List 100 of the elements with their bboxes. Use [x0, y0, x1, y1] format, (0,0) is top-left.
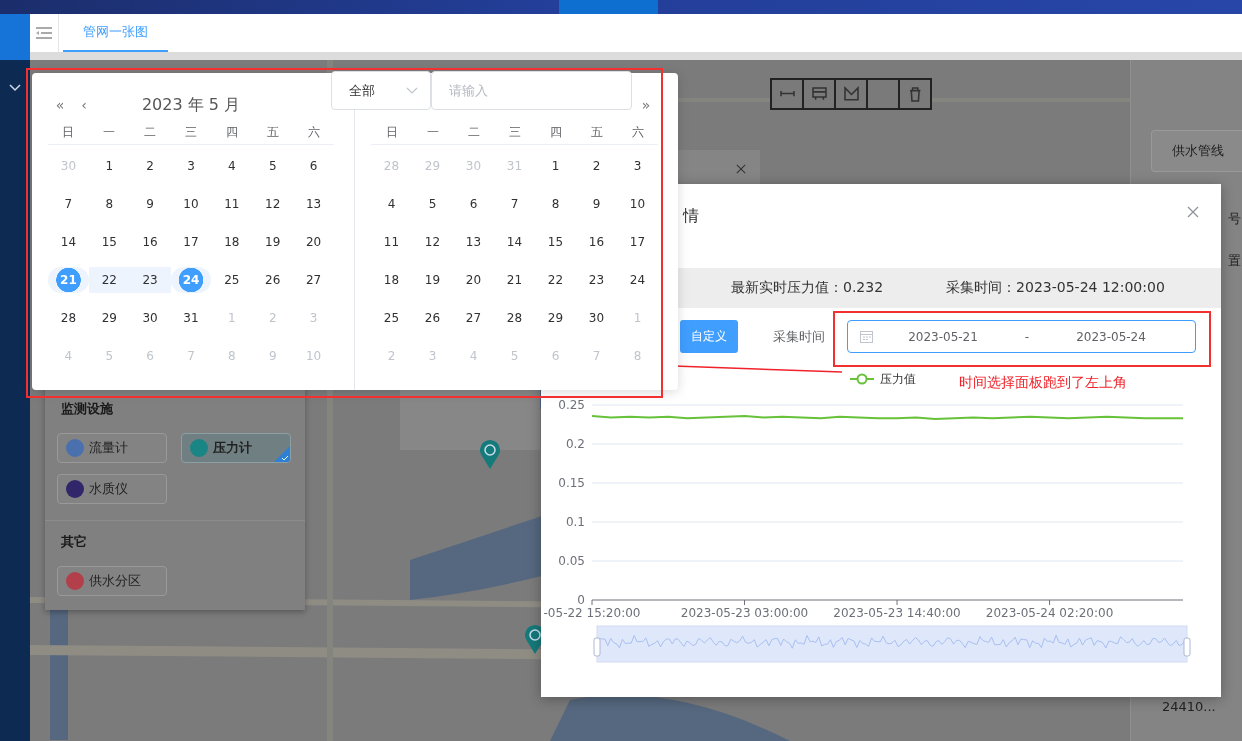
calendar-day[interactable]: 22: [88, 267, 130, 293]
prev-month-button[interactable]: ‹: [72, 97, 96, 113]
calendar-day[interactable]: 22: [535, 267, 576, 293]
filter-select[interactable]: 全部: [331, 71, 431, 110]
weekday-label: 五: [589, 124, 604, 141]
calendar-day[interactable]: 8: [535, 191, 576, 217]
calendar-day[interactable]: 14: [48, 229, 89, 255]
calendar-day[interactable]: 20: [453, 267, 494, 293]
calendar-day[interactable]: 18: [371, 267, 412, 293]
chevron-down-icon: [406, 87, 418, 94]
calendar-day[interactable]: 19: [412, 267, 453, 293]
calendar-day[interactable]: 2: [129, 153, 171, 179]
calendar-day[interactable]: 31: [170, 305, 212, 331]
facility-toggle[interactable]: 压力计: [181, 433, 291, 463]
facility-toggle[interactable]: 供水分区: [57, 566, 167, 596]
field-label: 采集时间: [773, 327, 826, 346]
calendar-day[interactable]: 1: [88, 153, 130, 179]
calendar-day[interactable]: 24: [617, 267, 658, 293]
calendar-day[interactable]: 4: [211, 153, 253, 179]
y-axis-label: 0.1: [565, 515, 585, 529]
calendar-day[interactable]: 16: [576, 229, 617, 255]
calendar-day[interactable]: 17: [617, 229, 658, 255]
weekday-label: 日: [384, 124, 399, 141]
date-range-field[interactable]: 2023-05-21 - 2023-05-24: [847, 320, 1196, 353]
map-tool-button[interactable]: [802, 78, 836, 110]
calendar-day[interactable]: 29: [88, 305, 130, 331]
map-pin-icon[interactable]: [480, 440, 500, 470]
map-tool-button[interactable]: [866, 78, 900, 110]
calendar-day[interactable]: 13: [293, 191, 334, 217]
calendar-day[interactable]: 5: [412, 191, 453, 217]
calendar-day[interactable]: 15: [88, 229, 130, 255]
close-icon[interactable]: [736, 164, 746, 174]
calendar-day[interactable]: 27: [293, 267, 334, 293]
section-title: 监测设施: [61, 400, 114, 418]
weekday-label: 五: [265, 124, 280, 141]
prev-year-button[interactable]: «: [48, 97, 72, 113]
calendar-day[interactable]: 26: [252, 267, 294, 293]
map-tool-button[interactable]: [834, 78, 868, 110]
calendar-day[interactable]: 23: [576, 267, 617, 293]
calendar-day[interactable]: 11: [371, 229, 412, 255]
calendar-day[interactable]: 19: [252, 229, 294, 255]
calendar-day[interactable]: 3: [170, 153, 212, 179]
calendar-day[interactable]: 25: [211, 267, 253, 293]
info-text: 最新实时压力值：0.232: [731, 279, 884, 297]
calendar-day[interactable]: 2: [576, 153, 617, 179]
legend-line-icon: [850, 373, 874, 385]
calendar-day[interactable]: 30: [129, 305, 171, 331]
calendar-day[interactable]: 6: [293, 153, 334, 179]
calendar-day[interactable]: 15: [535, 229, 576, 255]
weekday-label: 二: [466, 124, 481, 141]
next-year-button[interactable]: »: [634, 97, 658, 113]
calendar-day[interactable]: 9: [576, 191, 617, 217]
calendar-day[interactable]: 5: [252, 153, 294, 179]
calendar-day[interactable]: 10: [617, 191, 658, 217]
calendar-day[interactable]: 27: [453, 305, 494, 331]
calendar-day[interactable]: 1: [535, 153, 576, 179]
map-tool-button[interactable]: [770, 78, 804, 110]
month-title: 2023 年 5 月: [141, 94, 241, 116]
map-tool-button[interactable]: [898, 78, 932, 110]
calendar-day[interactable]: 20: [293, 229, 334, 255]
calendar-day[interactable]: 28: [494, 305, 535, 331]
search-field[interactable]: 请输入: [431, 71, 632, 110]
calendar-day[interactable]: 28: [48, 305, 89, 331]
calendar-day[interactable]: 9: [129, 191, 171, 217]
x-axis-label: 2023-05-24 02:20:00: [985, 606, 1114, 620]
layer-button[interactable]: 供水管线: [1151, 130, 1242, 172]
calendar-day[interactable]: 11: [211, 191, 253, 217]
chevron-down-icon[interactable]: [9, 84, 21, 92]
calendar-day[interactable]: 12: [252, 191, 294, 217]
calendar-day[interactable]: 6: [453, 191, 494, 217]
calendar-day[interactable]: 7: [48, 191, 89, 217]
x-axis-label: 2023-05-23 03:00:00: [680, 606, 809, 620]
calendar-day[interactable]: 18: [211, 229, 253, 255]
calendar-day[interactable]: 3: [617, 153, 658, 179]
calendar-day[interactable]: 23: [129, 267, 171, 293]
zoom-slider[interactable]: [593, 625, 1191, 663]
x-axis-label: -05-22 15:20:00: [543, 606, 641, 620]
calendar-day[interactable]: 30: [576, 305, 617, 331]
calendar-day[interactable]: 4: [371, 191, 412, 217]
facility-toggle[interactable]: 流量计: [57, 433, 167, 463]
calendar-day[interactable]: 10: [170, 191, 212, 217]
weekday-label: 二: [143, 124, 158, 141]
calendar-day[interactable]: 16: [129, 229, 171, 255]
close-icon[interactable]: [1187, 206, 1199, 218]
calendar-day[interactable]: 29: [535, 305, 576, 331]
facility-toggle[interactable]: 水质仪: [57, 474, 167, 504]
weekday-label: 一: [425, 124, 440, 141]
calendar-day[interactable]: 7: [494, 191, 535, 217]
calendar-day[interactable]: 8: [88, 191, 130, 217]
weekday-label: 六: [630, 124, 645, 141]
calendar-day[interactable]: 14: [494, 229, 535, 255]
calendar-day[interactable]: 26: [412, 305, 453, 331]
calendar-day[interactable]: 13: [453, 229, 494, 255]
menu-icon[interactable]: [36, 27, 52, 39]
check-corner-icon: [274, 446, 290, 462]
calendar-day[interactable]: 21: [494, 267, 535, 293]
calendar-day[interactable]: 12: [412, 229, 453, 255]
calendar-day[interactable]: 17: [170, 229, 212, 255]
calendar-day[interactable]: 25: [371, 305, 412, 331]
pipe-id-text: 24410...: [1162, 699, 1216, 714]
